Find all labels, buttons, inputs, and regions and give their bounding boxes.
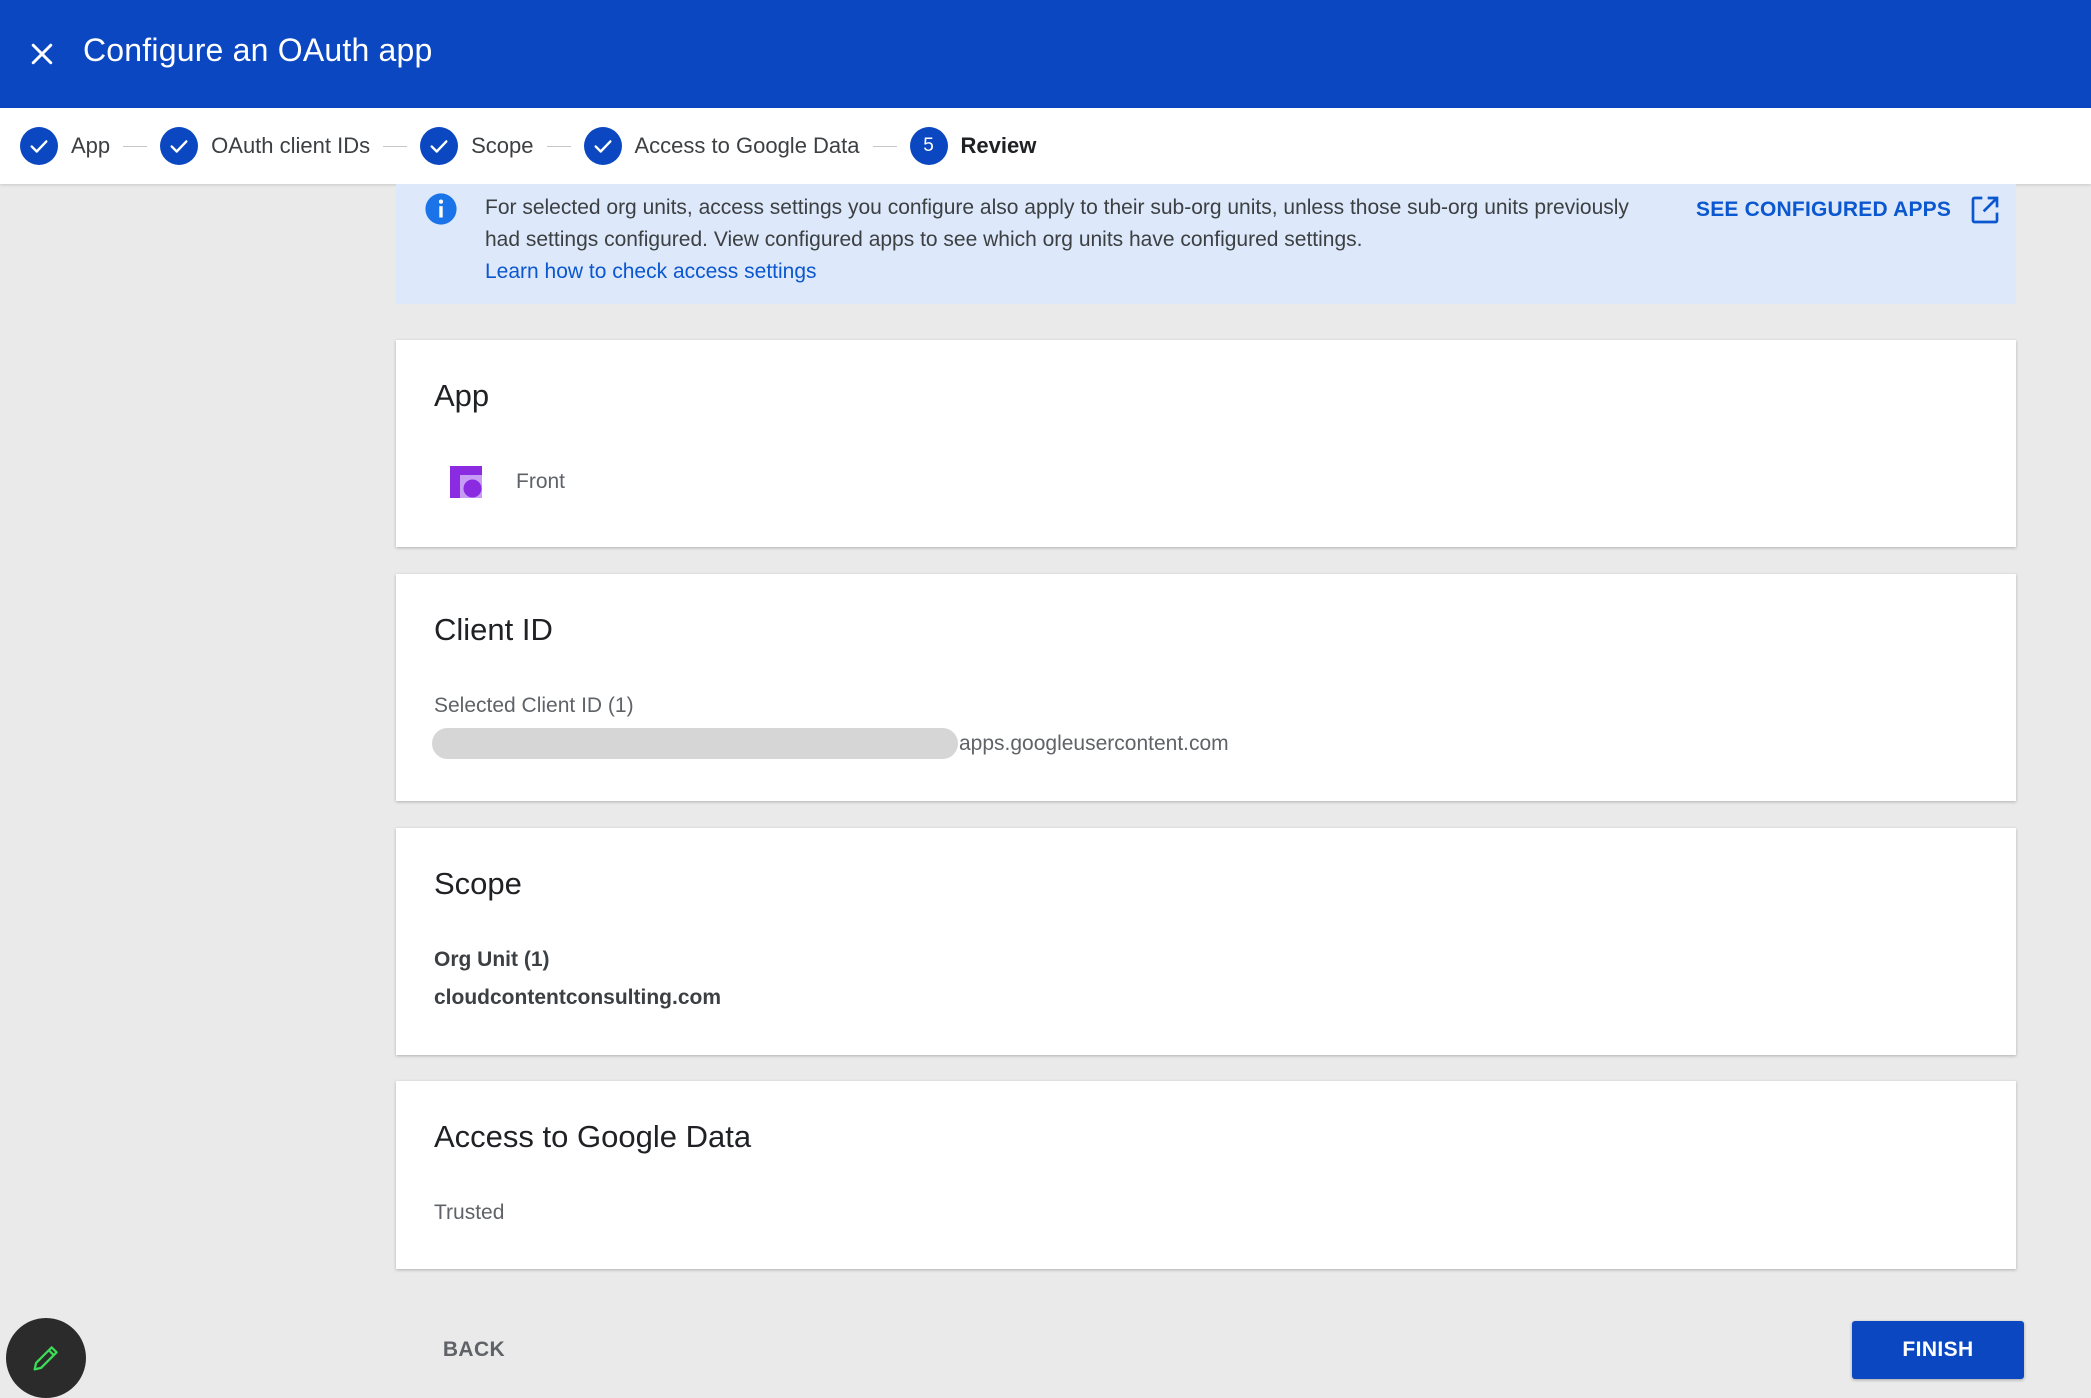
client-id-suffix: apps.googleusercontent.com — [959, 732, 1229, 755]
access-value: Trusted — [434, 1201, 505, 1224]
step-divider — [546, 145, 571, 147]
info-icon — [425, 193, 457, 225]
step-label: App — [71, 133, 111, 158]
step-divider — [872, 145, 897, 147]
card-title: Access to Google Data — [434, 1119, 752, 1154]
back-button[interactable]: BACK — [430, 1328, 518, 1372]
app-name: Front — [516, 470, 566, 493]
check-icon — [20, 127, 58, 165]
page-title: Configure an OAuth app — [83, 32, 433, 68]
edit-pencil-icon — [33, 1346, 58, 1371]
step-scope[interactable]: Scope — [420, 127, 534, 165]
close-button[interactable] — [14, 26, 70, 82]
scope-card: Scope Org Unit (1) cloudcontentconsultin… — [396, 828, 2016, 1055]
step-label: Review — [960, 133, 1037, 158]
see-configured-apps-label: SEE CONFIGURED APPS — [1696, 198, 1952, 221]
step-access-to-google-data[interactable]: Access to Google Data — [583, 127, 860, 165]
check-icon — [160, 127, 199, 165]
access-card: Access to Google Data Trusted — [396, 1081, 2016, 1269]
top-app-bar: Configure an OAuth app — [0, 0, 2091, 108]
selected-client-id-label: Selected Client ID (1) — [434, 694, 634, 717]
step-review[interactable]: 5 Review — [909, 127, 1037, 165]
check-icon — [583, 127, 622, 165]
step-divider — [383, 145, 408, 147]
info-banner: For selected org units, access settings … — [396, 184, 2016, 304]
card-title: App — [434, 378, 490, 413]
finish-button[interactable]: FINISH — [1852, 1321, 2024, 1379]
client-id-card: Client ID Selected Client ID (1) apps.go… — [396, 574, 2016, 801]
stepper: App OAuth client IDs Scope Access to Goo… — [0, 108, 2091, 184]
step-number: 5 — [909, 127, 948, 165]
front-app-logo — [450, 466, 482, 498]
step-app[interactable]: App — [20, 127, 110, 165]
card-title: Client ID — [434, 612, 553, 647]
org-unit-value: cloudcontentconsulting.com — [434, 986, 721, 1009]
redacted-client-id — [432, 728, 958, 759]
edit-fab[interactable] — [6, 1318, 86, 1398]
close-icon — [31, 43, 53, 65]
step-oauth-client-ids[interactable]: OAuth client IDs — [160, 127, 370, 165]
step-divider — [123, 145, 148, 147]
step-label: Access to Google Data — [634, 133, 860, 158]
see-configured-apps-button[interactable]: SEE CONFIGURED APPS — [1696, 194, 2001, 226]
open-in-new-icon — [1971, 196, 1999, 224]
step-label: OAuth client IDs — [211, 133, 371, 158]
learn-access-settings-link[interactable]: Learn how to check access settings — [485, 256, 817, 288]
step-label: Scope — [471, 133, 534, 158]
check-icon — [420, 127, 459, 165]
card-title: Scope — [434, 866, 522, 901]
info-text: For selected org units, access settings … — [485, 196, 1629, 251]
app-card: App Front — [396, 340, 2016, 547]
org-unit-label: Org Unit (1) — [434, 948, 550, 971]
